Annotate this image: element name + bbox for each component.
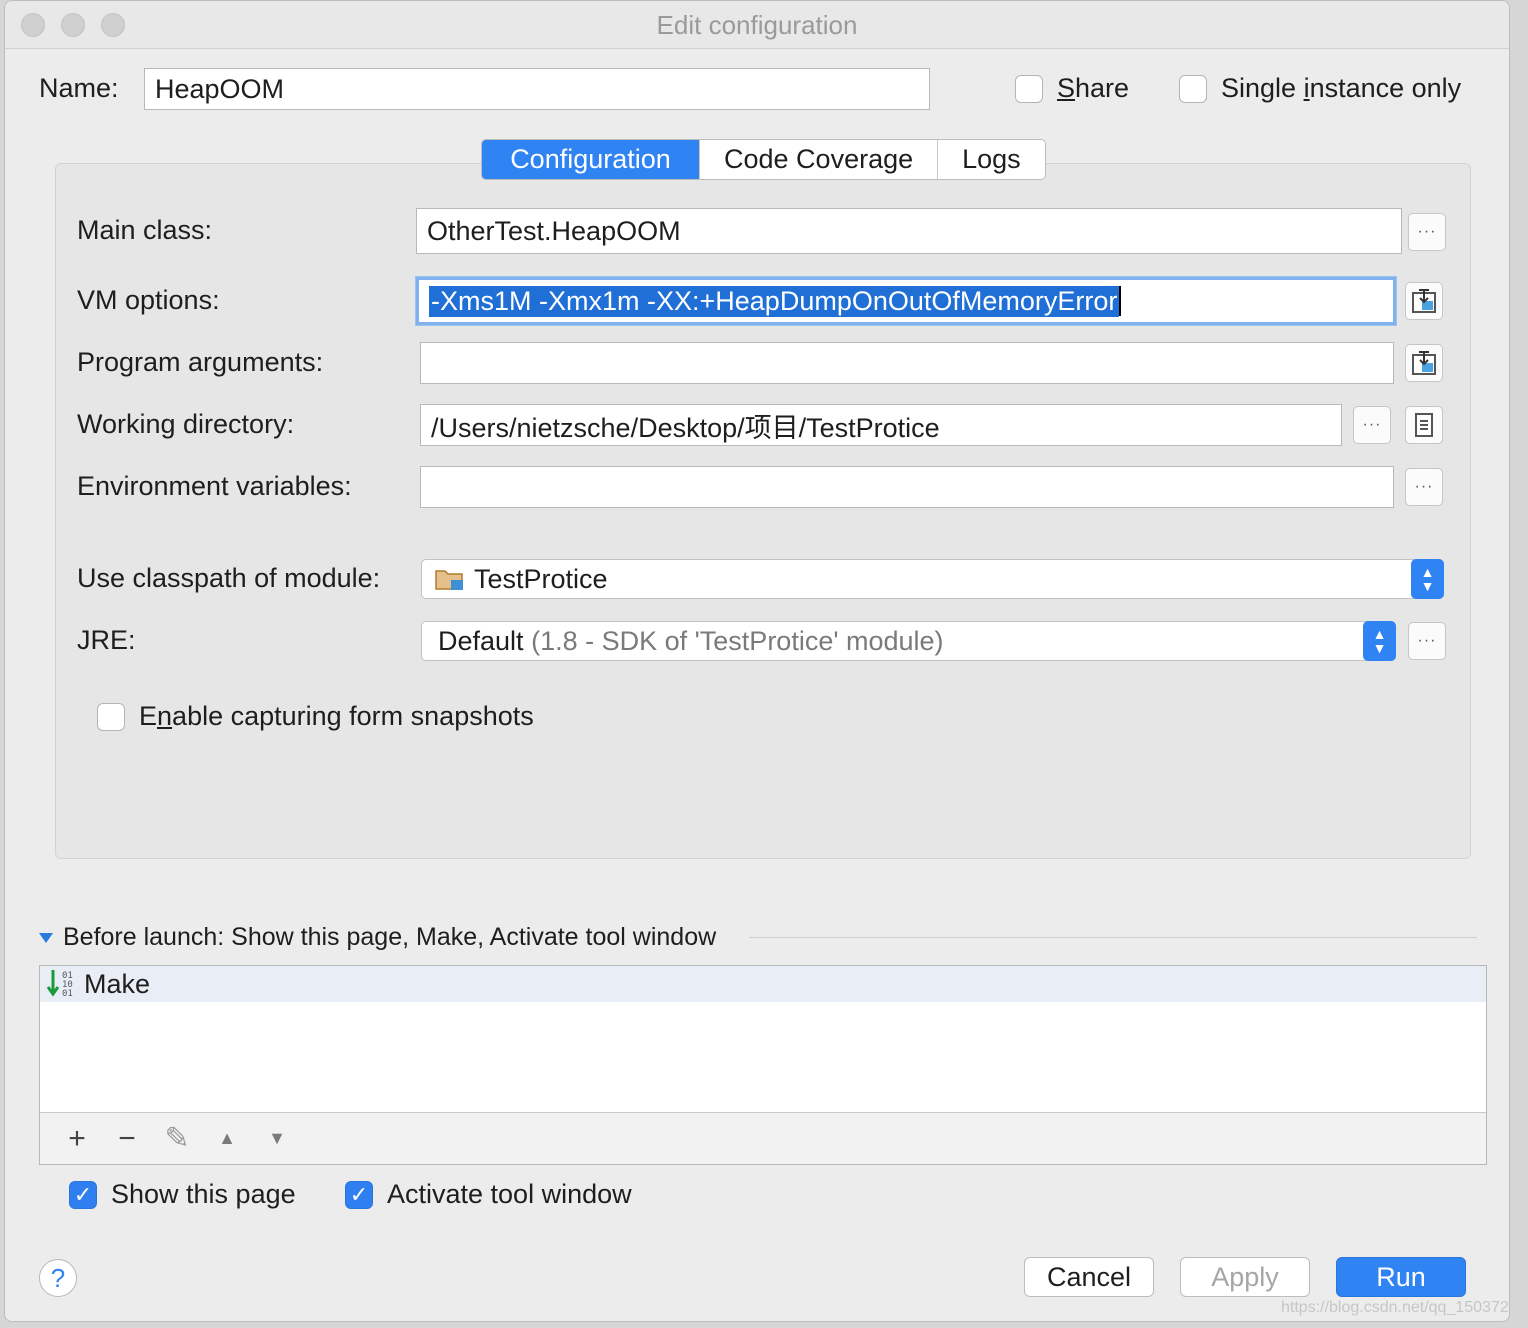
help-button[interactable]: ?: [39, 1259, 77, 1297]
text-caret: [1119, 286, 1122, 316]
make-icon: 01 10 01: [46, 970, 73, 999]
section-divider: [749, 937, 1477, 938]
activate-tool-window-checkbox[interactable]: ✓: [345, 1181, 373, 1209]
edit-pencil-icon[interactable]: ✎: [152, 1119, 202, 1159]
configuration-panel: [55, 163, 1471, 859]
edit-configuration-dialog: Edit configuration Name: HeapOOM Share S…: [4, 0, 1510, 1322]
expand-field-icon: [1412, 351, 1436, 375]
show-page-label: Show this page: [111, 1179, 296, 1209]
add-icon[interactable]: +: [52, 1119, 102, 1159]
chevron-updown-icon: ▲ ▼: [1363, 621, 1396, 661]
module-select[interactable]: TestProtice ▲ ▼: [421, 559, 1444, 599]
main-class-browse-button[interactable]: ···: [1408, 213, 1446, 251]
chevron-updown-icon: ▲ ▼: [1411, 559, 1444, 599]
program-arguments-input[interactable]: [420, 342, 1394, 384]
config-tabs: Configuration Code Coverage Logs: [481, 139, 1046, 180]
vm-options-input[interactable]: -Xms1M -Xmx1m -XX:+HeapDumpOnOutOfMemory…: [416, 277, 1396, 325]
module-label: Use classpath of module:: [77, 563, 381, 593]
environment-variables-browse-button[interactable]: ···: [1405, 468, 1443, 506]
single-instance-checkbox[interactable]: [1179, 75, 1207, 103]
main-class-input[interactable]: OtherTest.HeapOOM: [416, 208, 1402, 254]
collapse-triangle-icon: [39, 932, 53, 943]
jre-select-detail: (1.8 - SDK of 'TestProtice' module): [531, 625, 944, 656]
snapshots-checkbox[interactable]: [97, 703, 125, 731]
working-directory-input[interactable]: /Users/nietzsche/Desktop/项目/TestProtice: [420, 404, 1342, 446]
run-button[interactable]: Run: [1336, 1257, 1466, 1297]
vm-options-selected-text: -Xms1M -Xmx1m -XX:+HeapDumpOnOutOfMemory…: [429, 285, 1120, 317]
tab-code-coverage[interactable]: Code Coverage: [700, 140, 939, 179]
expand-field-icon: [1412, 289, 1436, 313]
list-item[interactable]: 01 10 01 Make: [40, 966, 1486, 1002]
vm-options-expand-button[interactable]: [1405, 282, 1443, 320]
jre-select-value: Default: [438, 625, 524, 656]
before-launch-list: 01 10 01 Make + − ✎ ▲ ▼: [39, 965, 1487, 1165]
apply-button[interactable]: Apply: [1180, 1257, 1310, 1297]
cancel-button[interactable]: Cancel: [1024, 1257, 1154, 1297]
jre-label: JRE:: [77, 625, 136, 655]
tab-logs[interactable]: Logs: [938, 140, 1045, 179]
share-checkbox[interactable]: [1015, 75, 1043, 103]
move-down-icon[interactable]: ▼: [252, 1119, 302, 1159]
window-title: Edit configuration: [656, 10, 858, 40]
move-up-icon[interactable]: ▲: [202, 1119, 252, 1159]
share-label: Share: [1057, 73, 1130, 103]
module-folder-icon: [435, 570, 463, 590]
vm-options-label: VM options:: [77, 285, 220, 315]
program-arguments-expand-button[interactable]: [1405, 344, 1443, 382]
working-directory-macros-button[interactable]: [1405, 406, 1443, 444]
program-arguments-label: Program arguments:: [77, 347, 324, 377]
jre-browse-button[interactable]: ···: [1408, 622, 1446, 660]
before-launch-header[interactable]: Before launch: Show this page, Make, Act…: [39, 923, 716, 952]
environment-variables-label: Environment variables:: [77, 471, 352, 501]
remove-icon[interactable]: −: [102, 1119, 152, 1159]
environment-variables-input[interactable]: [420, 466, 1394, 508]
list-toolbar: + − ✎ ▲ ▼: [40, 1112, 1486, 1164]
tab-configuration[interactable]: Configuration: [482, 140, 700, 179]
name-input[interactable]: HeapOOM: [144, 68, 930, 110]
working-directory-label: Working directory:: [77, 409, 295, 439]
document-icon: [1415, 413, 1433, 437]
svg-text:01: 01: [62, 989, 73, 999]
name-label: Name:: [39, 73, 119, 103]
main-class-label: Main class:: [77, 215, 213, 245]
watermark: https://blog.csdn.net/qq_15037231: [1281, 1299, 1510, 1316]
snapshots-label: Enable capturing form snapshots: [139, 701, 534, 731]
single-instance-label: Single instance only: [1221, 73, 1462, 103]
show-page-checkbox[interactable]: ✓: [69, 1181, 97, 1209]
module-select-value: TestProtice: [474, 563, 608, 594]
title-bar: Edit configuration: [5, 1, 1509, 49]
before-launch-title: Before launch: Show this page, Make, Act…: [63, 923, 717, 951]
list-item-label: Make: [84, 968, 151, 999]
activate-tool-window-label: Activate tool window: [387, 1179, 632, 1209]
working-directory-browse-button[interactable]: ···: [1353, 406, 1391, 444]
jre-select[interactable]: Default (1.8 - SDK of 'TestProtice' modu…: [421, 621, 1396, 661]
